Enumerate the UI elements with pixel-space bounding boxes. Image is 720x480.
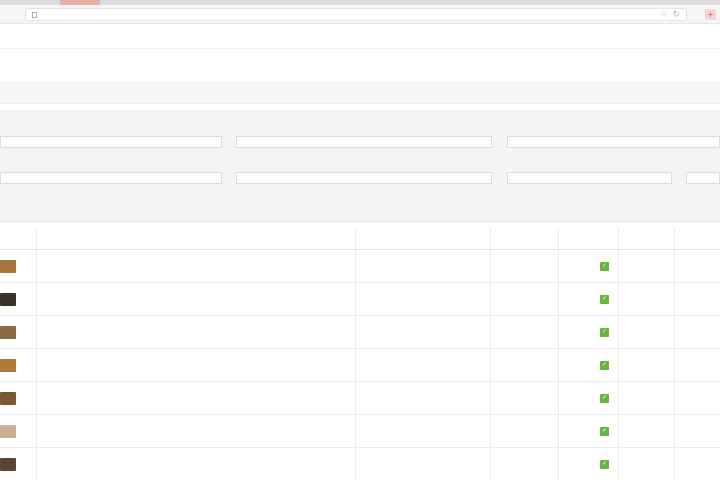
column-divider [674,228,675,480]
enabled-check-icon[interactable]: ✓ [600,427,609,436]
product-thumbnail[interactable] [0,458,16,471]
enabled-check-icon[interactable]: ✓ [600,394,609,403]
table-row: ✓ [0,349,720,382]
enabled-check-icon[interactable]: ✓ [600,328,609,337]
filter-input-price[interactable] [507,136,720,148]
product-thumbnail[interactable] [0,425,16,438]
filter-input-quantity[interactable] [236,172,492,184]
product-thumbnail[interactable] [0,260,16,273]
lock-icon [32,12,37,18]
product-thumbnail[interactable] [0,392,16,405]
enabled-check-icon[interactable]: ✓ [600,262,609,271]
browser-toolbar: ☆ ↻ + [0,5,720,24]
address-bar[interactable]: ☆ ↻ [25,8,687,21]
filter-select-status[interactable] [507,172,672,184]
filter-input-model[interactable] [236,136,492,148]
admin-header [0,25,720,49]
filter-button[interactable] [686,172,720,184]
table-row: ✓ [0,283,720,316]
notice-bar [0,82,720,104]
column-divider [490,228,491,480]
table-row: ✓ [0,415,720,448]
enabled-check-icon[interactable]: ✓ [600,295,609,304]
table-row: ✓ [0,316,720,349]
filter-panel [0,110,720,222]
enabled-check-icon[interactable]: ✓ [600,460,609,469]
table-row: ✓ [0,250,720,283]
column-divider [355,228,356,480]
product-thumbnail[interactable] [0,326,16,339]
filter-input-name[interactable] [0,136,222,148]
table-row: ✓ [0,448,720,480]
column-divider [558,228,559,480]
reload-icon[interactable]: ↻ [672,9,680,20]
filter-input-extra[interactable] [0,172,222,184]
enabled-check-icon[interactable]: ✓ [600,361,609,370]
table-row: ✓ [0,382,720,415]
product-thumbnail[interactable] [0,293,16,306]
column-divider [618,228,619,480]
extension-icon[interactable]: + [705,9,716,20]
bookmark-star-icon[interactable]: ☆ [660,9,668,20]
column-divider [36,228,37,480]
product-thumbnail[interactable] [0,359,16,372]
table-header [0,228,720,250]
